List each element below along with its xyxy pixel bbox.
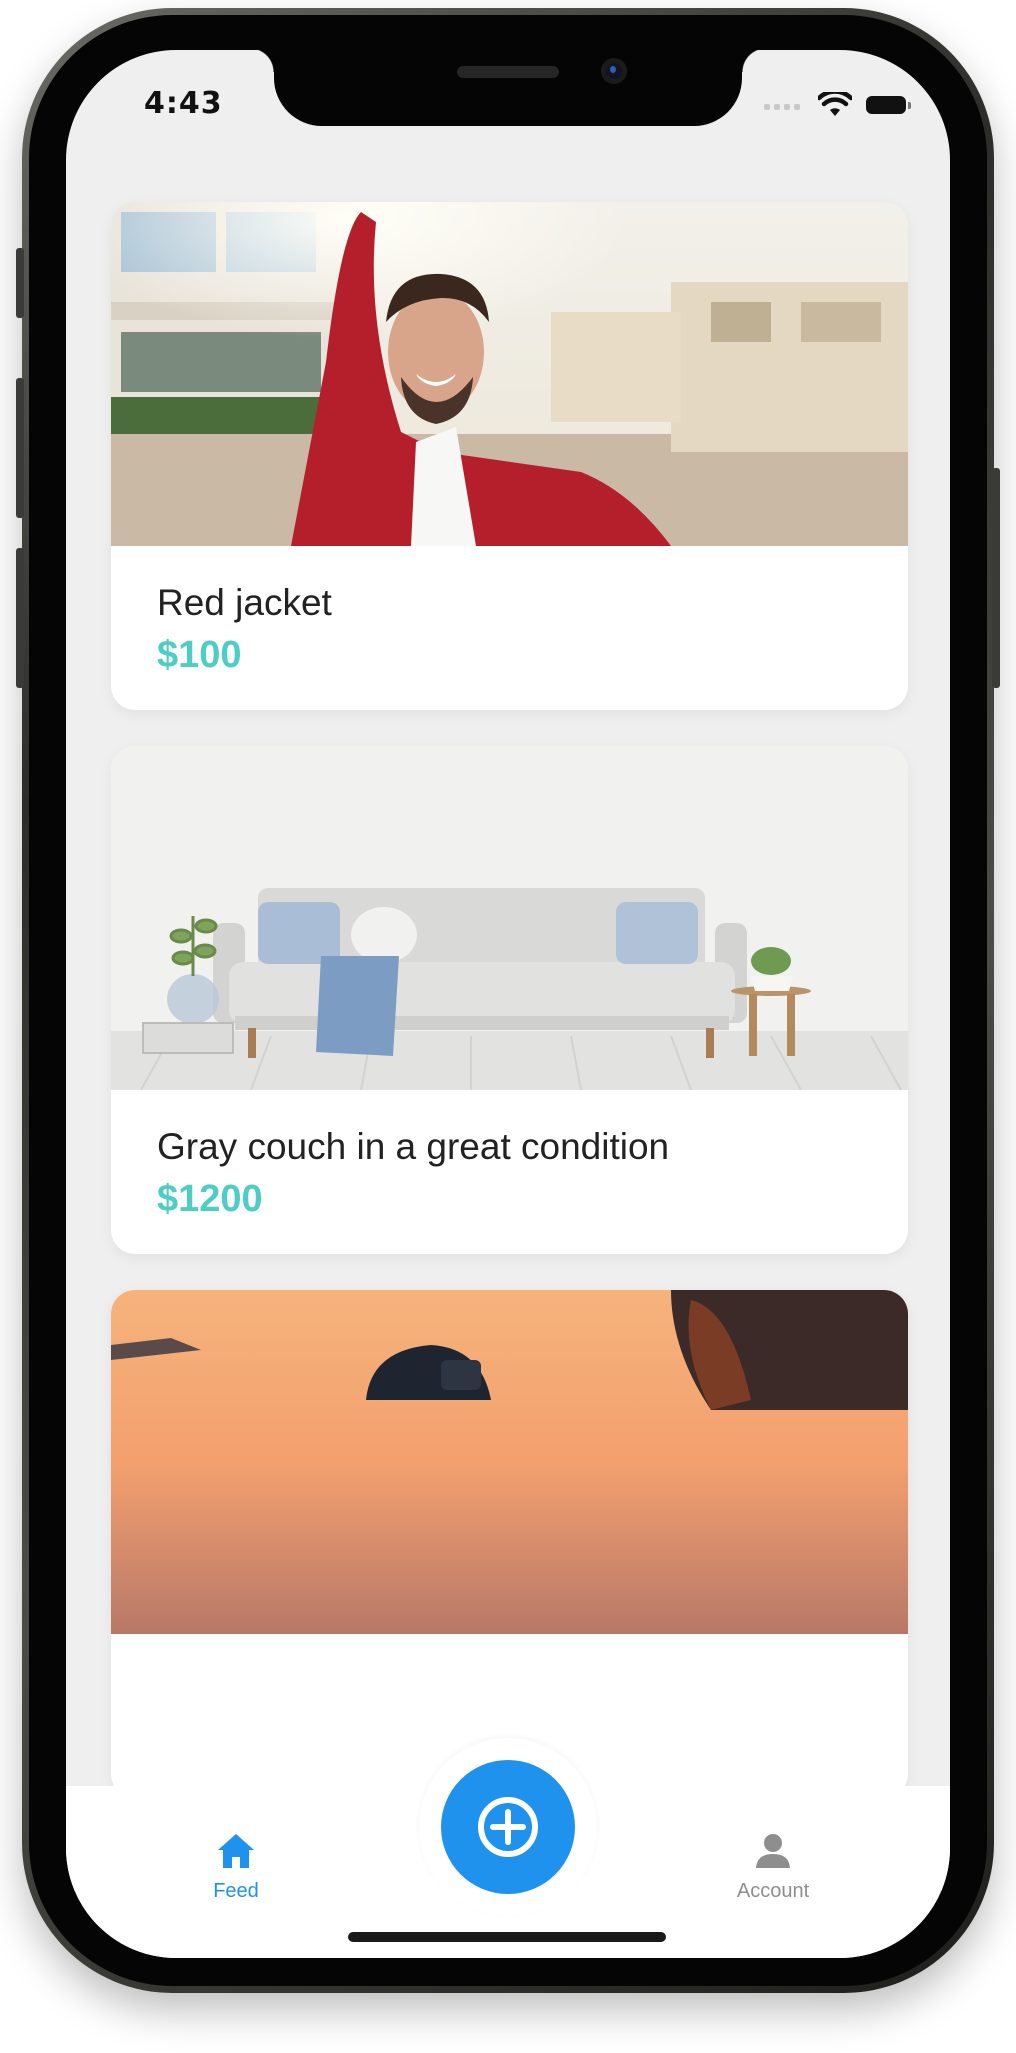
tab-feed[interactable]: Feed — [156, 1832, 316, 1903]
status-time: 4:43 — [144, 86, 223, 121]
listing-photo — [111, 746, 908, 1090]
tab-account[interactable]: Account — [693, 1832, 853, 1903]
volume-up-button — [16, 378, 24, 518]
listing-card-gray-couch[interactable]: Gray couch in a great condition $1200 — [111, 746, 908, 1254]
listing-photo — [111, 202, 908, 546]
earpiece — [457, 66, 559, 78]
volume-down-button — [16, 548, 24, 688]
home-indicator[interactable] — [348, 1932, 666, 1942]
listing-price: $1200 — [157, 1178, 263, 1220]
listing-title: Red jacket — [157, 582, 332, 623]
add-listing-button[interactable] — [441, 1760, 575, 1894]
signal-icon — [764, 100, 804, 110]
power-button — [992, 468, 1000, 688]
notch — [250, 50, 766, 126]
plus-icon — [478, 1797, 538, 1857]
user-icon — [756, 1834, 790, 1868]
battery-icon — [866, 96, 911, 114]
listing-title: Gray couch in a great condition — [157, 1126, 670, 1167]
listing-price: $100 — [157, 634, 242, 676]
silent-switch — [16, 248, 24, 318]
listing-card-camera[interactable] — [111, 1290, 908, 1798]
add-listing-button-ring — [419, 1738, 597, 1916]
home-icon — [218, 1834, 254, 1868]
listing-card-red-jacket[interactable]: Red jacket $100 — [111, 202, 908, 710]
tab-feed-label: Feed — [213, 1880, 259, 1902]
tab-account-label: Account — [736, 1880, 810, 1902]
camera-icon — [601, 58, 627, 84]
wifi-icon — [818, 92, 852, 116]
listing-photo — [111, 1290, 908, 1634]
app-screen: 4:43 Red jacket $100 Gray couch in a gre… — [66, 50, 950, 1958]
status-indicators — [764, 92, 911, 118]
